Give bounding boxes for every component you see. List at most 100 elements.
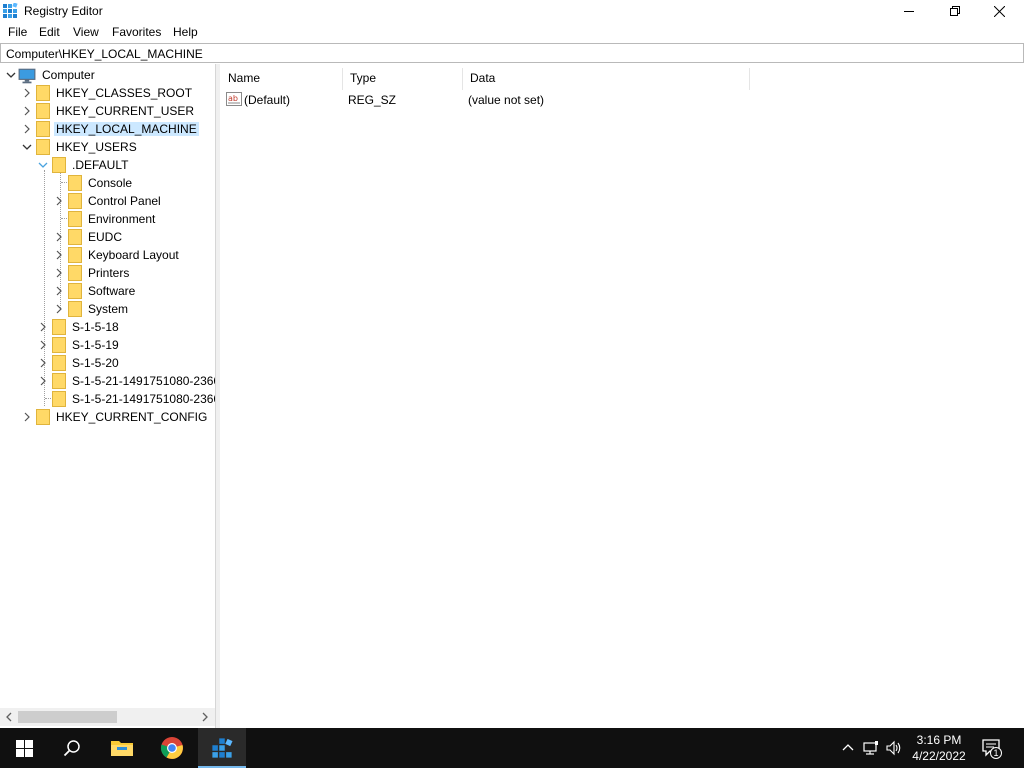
taskbar-chrome[interactable] <box>148 728 196 768</box>
tree-item-printers[interactable]: Printers <box>54 264 215 282</box>
tree-item-computer[interactable]: Computer <box>6 66 206 84</box>
chevron-right-icon[interactable] <box>54 196 64 206</box>
tree-item-system[interactable]: System <box>54 300 215 318</box>
chevron-right-icon[interactable] <box>22 106 32 116</box>
tree-item-s-1-5-21-b[interactable]: S-1-5-21-1491751080-2360 <box>38 390 215 408</box>
tree-item-s-1-5-19[interactable]: S-1-5-19 <box>38 336 215 354</box>
menu-file[interactable]: File <box>6 25 29 39</box>
action-center-button[interactable]: 1 <box>980 738 1004 760</box>
chevron-right-icon[interactable] <box>22 412 32 422</box>
column-separator[interactable] <box>749 68 750 90</box>
folder-icon <box>36 103 50 119</box>
registry-editor-icon <box>3 3 18 18</box>
column-header-data[interactable]: Data <box>462 68 748 90</box>
close-icon <box>993 5 1005 17</box>
tree-item-s-1-5-20[interactable]: S-1-5-20 <box>38 354 215 372</box>
chevron-up-icon[interactable] <box>840 740 856 756</box>
chevron-down-icon[interactable] <box>22 142 32 152</box>
tree-item-label: HKEY_CURRENT_CONFIG <box>56 410 208 424</box>
scroll-right-icon[interactable] <box>200 712 210 722</box>
chevron-right-icon[interactable] <box>38 376 48 386</box>
column-header-name[interactable]: Name <box>220 68 342 90</box>
tree-item-keyboard-layout[interactable]: Keyboard Layout <box>54 246 215 264</box>
menu-favorites[interactable]: Favorites <box>110 25 163 39</box>
folder-icon <box>68 265 82 281</box>
taskbar: 3:16 PM 4/22/2022 1 <box>0 728 1024 768</box>
chevron-right-icon[interactable] <box>38 340 48 350</box>
column-header-label: Type <box>350 71 377 85</box>
chevron-down-icon[interactable] <box>38 160 48 170</box>
chevron-right-icon[interactable] <box>22 88 32 98</box>
taskbar-registry-editor[interactable] <box>198 728 246 768</box>
column-header-type[interactable]: Type <box>342 68 462 90</box>
computer-icon <box>18 68 36 84</box>
taskbar-clock[interactable]: 3:16 PM 4/22/2022 <box>905 732 973 764</box>
tree-item-control-panel[interactable]: Control Panel <box>54 192 215 210</box>
table-row[interactable]: ab (Default) REG_SZ (value not set) <box>220 88 750 110</box>
chevron-down-icon[interactable] <box>6 70 16 80</box>
tree-item-label: S-1-5-18 <box>72 320 119 334</box>
tree-item-s-1-5-18[interactable]: S-1-5-18 <box>38 318 215 336</box>
tree-item-s-1-5-21-a[interactable]: S-1-5-21-1491751080-2360 <box>38 372 216 390</box>
tree-item-environment[interactable]: Environment <box>54 210 215 228</box>
menu-bar: File Edit View Favorites Help <box>0 22 1024 42</box>
svg-text:ab: ab <box>228 94 238 103</box>
chevron-right-icon[interactable] <box>38 322 48 332</box>
tree-item-label: S-1-5-20 <box>72 356 119 370</box>
title-bar: Registry Editor <box>0 0 1024 22</box>
tree-item-label: EUDC <box>88 230 123 244</box>
tree-item-default[interactable]: .DEFAULT <box>38 156 215 174</box>
tree-item-console[interactable]: Console <box>54 174 215 192</box>
chevron-right-icon[interactable] <box>38 358 48 368</box>
tree-item-label: Console <box>88 176 133 190</box>
key-tree[interactable]: Computer HKEY_CLASSES_ROOT HKEY_CURRENT_… <box>0 64 216 728</box>
taskbar-file-explorer[interactable] <box>98 728 146 768</box>
tree-item-eudc[interactable]: EUDC <box>54 228 215 246</box>
close-button[interactable] <box>976 0 1022 22</box>
values-list[interactable]: Name Type Data ab (Default) REG_SZ (valu… <box>220 64 1024 728</box>
tree-horizontal-scrollbar[interactable] <box>0 708 215 726</box>
chevron-right-icon[interactable] <box>54 232 64 242</box>
start-button[interactable] <box>0 728 48 768</box>
chevron-right-icon[interactable] <box>22 124 32 134</box>
folder-icon <box>36 121 50 137</box>
tree-item-label: S-1-5-21-1491751080-2360 <box>72 374 216 388</box>
scrollbar-thumb[interactable] <box>18 711 117 723</box>
menu-edit[interactable]: Edit <box>37 25 62 39</box>
search-icon <box>63 740 80 757</box>
folder-icon <box>68 301 82 317</box>
tree-item-label: HKEY_USERS <box>56 140 137 154</box>
menu-help[interactable]: Help <box>171 25 200 39</box>
tree-item-hkey-current-user[interactable]: HKEY_CURRENT_USER <box>22 102 212 120</box>
menu-view[interactable]: View <box>71 25 101 39</box>
chevron-right-icon[interactable] <box>54 304 64 314</box>
value-data: (value not set) <box>468 93 545 107</box>
chevron-right-icon[interactable] <box>54 250 64 260</box>
folder-icon <box>68 175 82 191</box>
folder-icon <box>68 247 82 263</box>
volume-icon[interactable] <box>886 740 902 756</box>
tree-item-hkey-users[interactable]: HKEY_USERS <box>22 138 212 156</box>
minimize-icon <box>904 11 914 12</box>
search-button[interactable] <box>48 728 96 768</box>
tree-item-label: HKEY_CURRENT_USER <box>56 104 195 118</box>
folder-icon <box>52 355 66 371</box>
chevron-right-icon[interactable] <box>54 286 64 296</box>
restore-button[interactable] <box>932 0 978 22</box>
tree-item-hkey-classes-root[interactable]: HKEY_CLASSES_ROOT <box>22 84 212 102</box>
string-value-icon: ab <box>226 92 242 106</box>
tree-item-label: System <box>88 302 129 316</box>
minimize-button[interactable] <box>886 0 932 22</box>
address-bar[interactable]: Computer\HKEY_LOCAL_MACHINE <box>0 43 1024 63</box>
folder-icon <box>36 85 50 101</box>
network-icon[interactable] <box>863 740 879 756</box>
tree-item-hkey-local-machine[interactable]: HKEY_LOCAL_MACHINE <box>22 120 212 138</box>
chevron-right-icon[interactable] <box>54 268 64 278</box>
tree-item-label: HKEY_CLASSES_ROOT <box>56 86 193 100</box>
scroll-left-icon[interactable] <box>4 712 14 722</box>
value-name: (Default) <box>244 93 291 107</box>
column-header-label: Data <box>470 71 496 85</box>
file-explorer-icon <box>111 741 133 756</box>
tree-item-hkey-current-config[interactable]: HKEY_CURRENT_CONFIG <box>22 408 212 426</box>
tree-item-software[interactable]: Software <box>54 282 215 300</box>
